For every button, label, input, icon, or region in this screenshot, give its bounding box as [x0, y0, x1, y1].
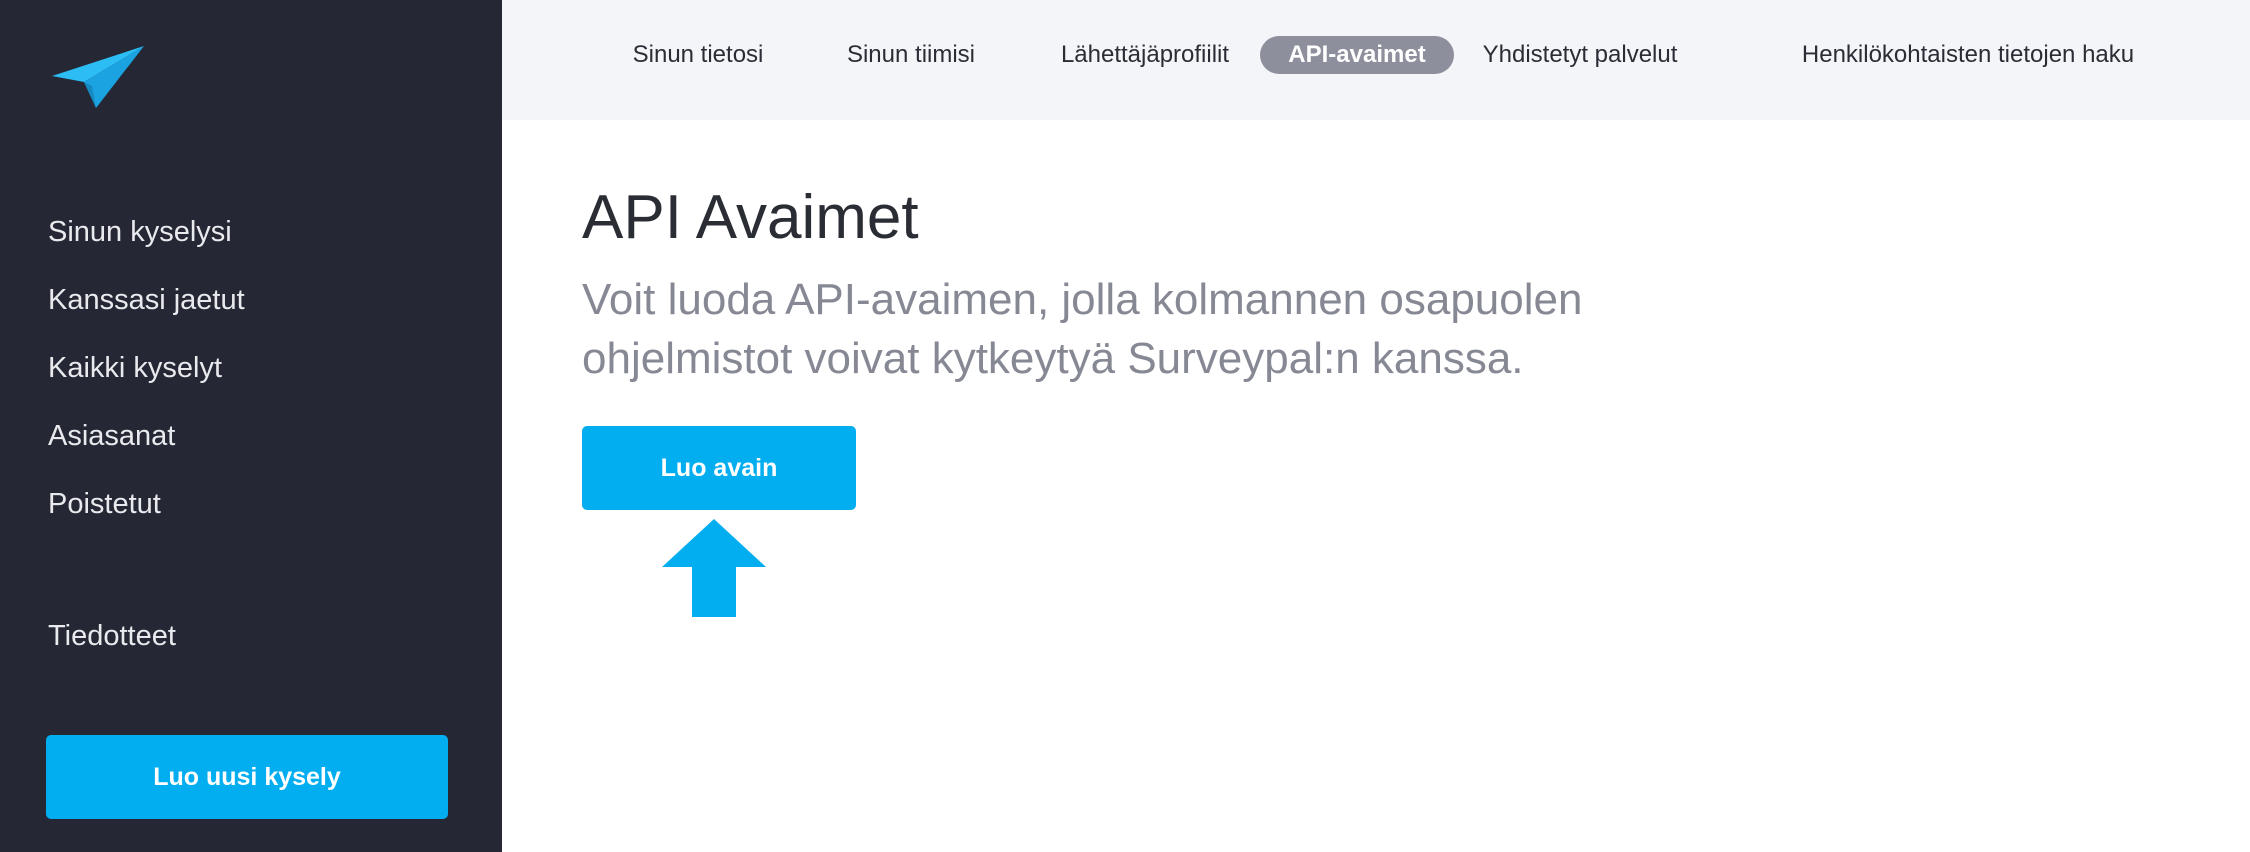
tab-connected-services[interactable]: Yhdistetyt palvelut [1465, 36, 1695, 74]
tab-your-team[interactable]: Sinun tiimisi [809, 36, 1013, 74]
tab-api-keys[interactable]: API-avaimet [1260, 36, 1454, 74]
create-key-button[interactable]: Luo avain [582, 426, 856, 510]
paper-plane-icon[interactable] [52, 46, 144, 108]
tab-sender-profiles[interactable]: Lähettäjäprofiilit [1020, 36, 1270, 74]
page-description: Voit luoda API-avaimen, jolla kolmannen … [582, 275, 1583, 383]
arrow-up-icon [662, 519, 766, 617]
new-survey-button[interactable]: Luo uusi kysely [46, 735, 448, 819]
sidebar: Sinun kyselysi Kanssasi jaetut Kaikki ky… [0, 0, 502, 852]
sidebar-item-all-surveys[interactable]: Kaikki kyselyt [48, 351, 222, 385]
sidebar-item-shared-with-you[interactable]: Kanssasi jaetut [48, 283, 245, 317]
sidebar-item-tags[interactable]: Asiasanat [48, 419, 175, 453]
sidebar-item-your-surveys[interactable]: Sinun kyselysi [48, 215, 232, 249]
app-window: Sinun kyselysi Kanssasi jaetut Kaikki ky… [0, 0, 2250, 852]
sidebar-item-deleted[interactable]: Poistetut [48, 487, 161, 521]
sidebar-item-announcements[interactable]: Tiedotteet [48, 619, 176, 653]
page-title: API Avaimet [582, 183, 919, 252]
tab-your-info[interactable]: Sinun tietosi [598, 36, 798, 74]
tab-personal-data-search[interactable]: Henkilökohtaisten tietojen haku [1770, 36, 2166, 74]
top-navigation: Sinun tietosi Sinun tiimisi Lähettäjäpro… [502, 0, 2250, 120]
